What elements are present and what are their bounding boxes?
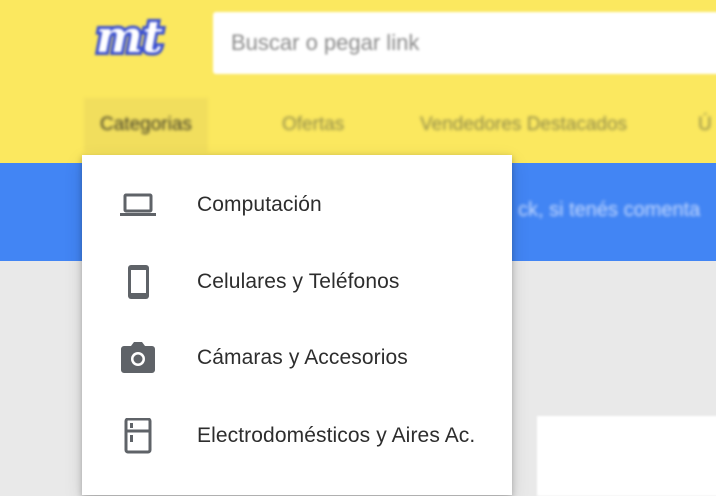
search-bar[interactable]	[213, 12, 716, 74]
phone-icon	[118, 264, 158, 300]
logo-text: mt	[96, 12, 163, 63]
menu-item-label: Computación	[197, 193, 322, 216]
content-card	[537, 416, 716, 496]
laptop-icon	[118, 187, 158, 223]
banner-text: ck, si tenés comenta	[518, 199, 701, 221]
menu-item-label: Electrodomésticos y Aires Ac.	[197, 424, 476, 447]
camera-icon	[118, 340, 158, 376]
nav-tab-ofertas[interactable]: Ofertas	[282, 98, 344, 152]
menu-item-electrodomesticos[interactable]: Electrodomésticos y Aires Ac.	[82, 404, 512, 468]
category-nav: Categorias Ofertas Vendedores Destacados…	[0, 98, 716, 152]
categories-dropdown: Computación Celulares y Teléfonos Cámara…	[82, 155, 512, 495]
menu-item-computacion[interactable]: Computación	[82, 173, 512, 237]
fridge-icon	[118, 418, 158, 454]
nav-tab-more[interactable]: Ú	[698, 98, 712, 152]
menu-item-label: Cámaras y Accesorios	[197, 346, 408, 369]
search-input[interactable]	[231, 30, 716, 56]
nav-tab-vendedores-destacados[interactable]: Vendedores Destacados	[420, 98, 627, 152]
app-header: mt Categorias Ofertas Vendedores Destaca…	[0, 0, 716, 163]
menu-item-celulares[interactable]: Celulares y Teléfonos	[82, 250, 512, 314]
menu-item-camaras[interactable]: Cámaras y Accesorios	[82, 326, 512, 390]
nav-tab-categorias[interactable]: Categorias	[84, 98, 208, 152]
menu-item-label: Celulares y Teléfonos	[197, 270, 400, 293]
logo[interactable]: mt	[92, 9, 176, 74]
